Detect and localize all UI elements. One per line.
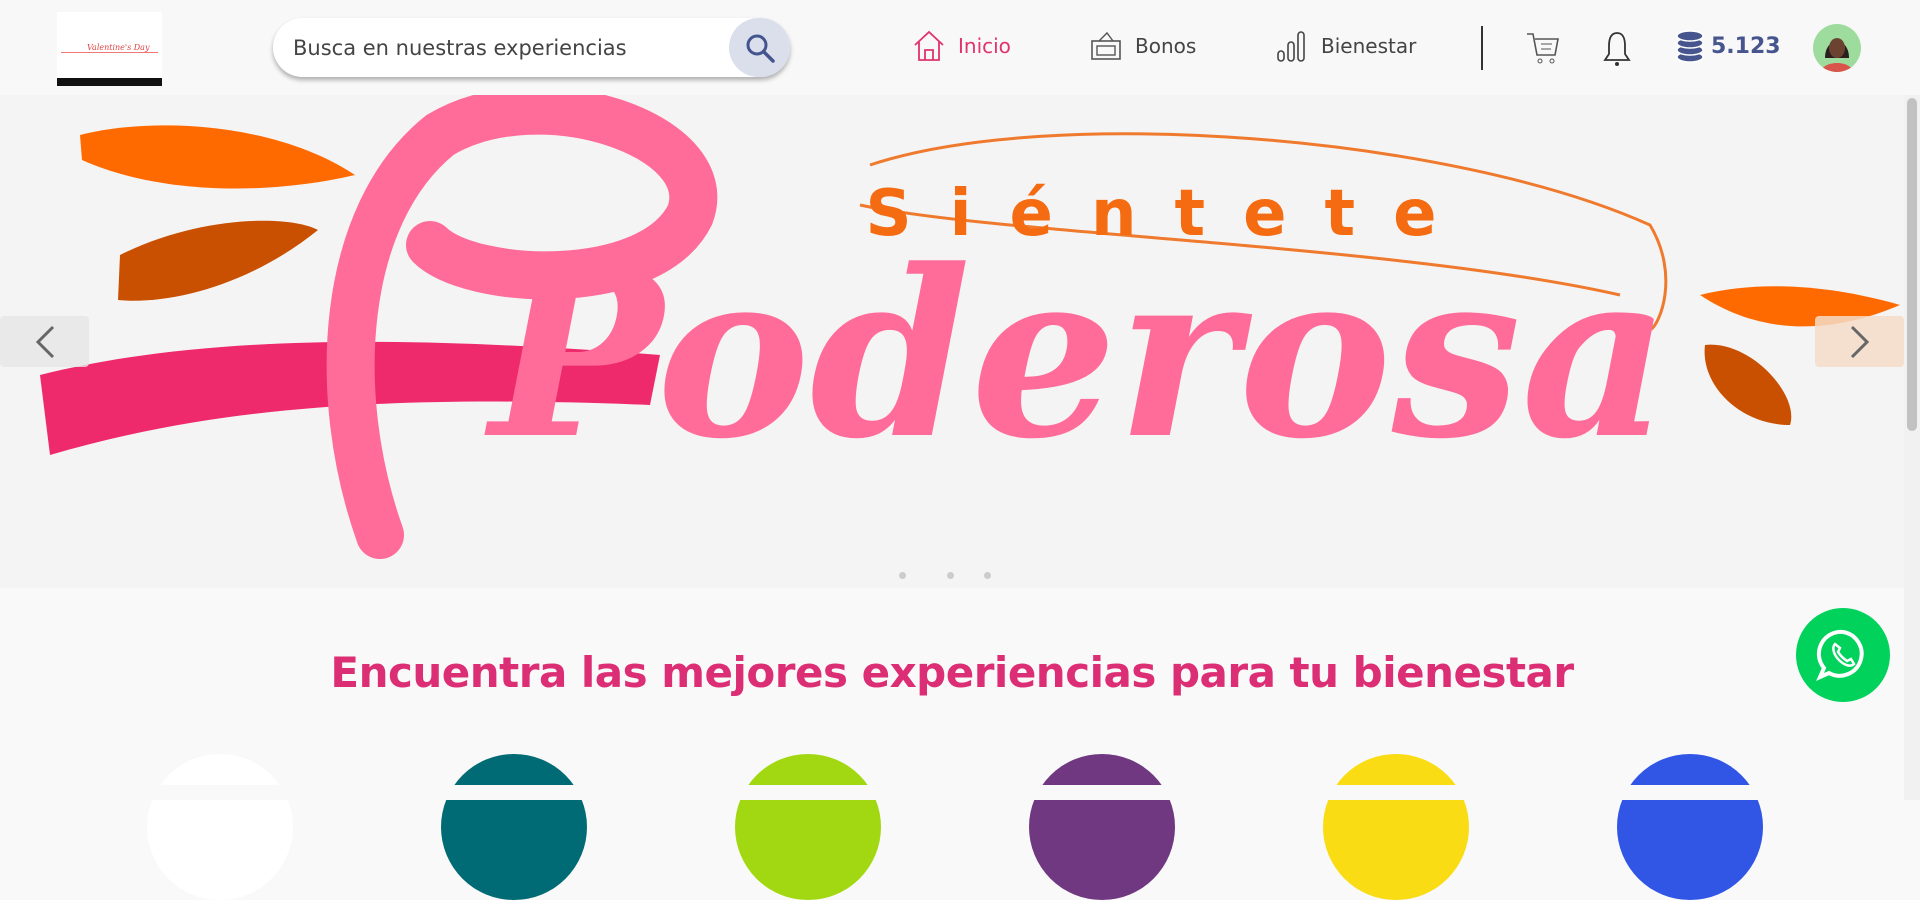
bar-chart-icon (1277, 31, 1305, 62)
carousel-prev-button[interactable] (0, 316, 89, 367)
nav-inicio[interactable]: Inicio (912, 29, 1011, 63)
carousel-dot[interactable] (899, 572, 906, 579)
header: Valentine's Day Inicio Bonos Bienestar 5… (0, 0, 1920, 95)
user-avatar-icon (1821, 38, 1853, 72)
search-bar (273, 18, 790, 77)
scrollbar-thumb[interactable] (1907, 98, 1917, 431)
category-circle[interactable] (1323, 754, 1469, 900)
whatsapp-button[interactable] (1796, 608, 1890, 702)
category-circle[interactable] (441, 754, 587, 900)
chevron-right-icon (1850, 325, 1869, 358)
category-circle[interactable] (1617, 754, 1763, 900)
avatar[interactable] (1813, 24, 1861, 72)
carousel-next-button[interactable] (1815, 316, 1904, 367)
category-circle[interactable] (147, 754, 293, 900)
category-circle[interactable] (735, 754, 881, 900)
chevron-left-icon (35, 325, 54, 358)
hero-carousel: Siéntete Poderosa (0, 95, 1904, 588)
nav-bienestar[interactable]: Bienestar (1275, 29, 1416, 63)
coins-balance[interactable]: 5.123 (1675, 28, 1781, 64)
nav-bonos[interactable]: Bonos (1089, 29, 1196, 63)
nav-divider (1481, 26, 1483, 70)
banner-artwork: Siéntete Poderosa (40, 95, 1900, 559)
cart-icon[interactable] (1525, 31, 1561, 65)
search-button[interactable] (729, 18, 790, 77)
carousel-dot[interactable] (984, 572, 991, 579)
banner-line2: Poderosa (484, 220, 1670, 490)
logo[interactable]: Valentine's Day (57, 12, 162, 86)
coins-icon (1676, 30, 1704, 63)
category-circle[interactable] (1029, 754, 1175, 900)
page-bottom (0, 785, 1904, 800)
whatsapp-icon (1816, 629, 1864, 681)
bell-icon[interactable] (1601, 30, 1633, 68)
scrollbar[interactable] (1904, 95, 1920, 800)
carousel-dot[interactable] (947, 572, 954, 579)
search-input[interactable] (293, 18, 693, 77)
section-heading: Encuentra las mejores experiencias para … (330, 648, 1574, 697)
voucher-icon (1091, 31, 1121, 60)
search-icon (746, 34, 775, 63)
home-icon (914, 30, 944, 61)
